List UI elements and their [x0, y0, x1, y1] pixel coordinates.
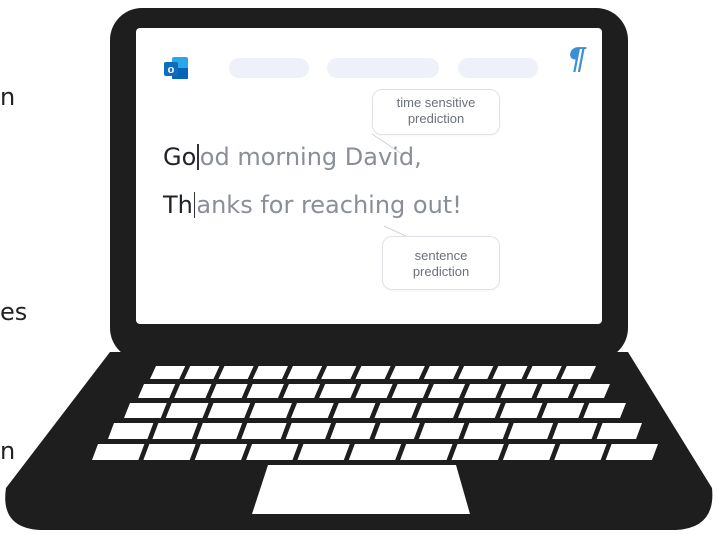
keyboard-key — [583, 403, 626, 418]
keyboard-key — [241, 423, 287, 439]
keyboard-key — [458, 403, 501, 418]
keyboard-key — [246, 384, 284, 398]
predicted-text-1: od morning David, — [199, 143, 422, 171]
keyboard-key — [124, 403, 167, 418]
keyboard-key — [500, 384, 538, 398]
keyboard-key — [138, 384, 176, 398]
keyboard-key — [143, 444, 196, 460]
keyboard-key — [389, 366, 425, 379]
bubble-time-line-1: time sensitive — [396, 95, 476, 110]
predicted-text-2: anks for reaching out! — [196, 191, 462, 219]
keyboard-key — [526, 366, 562, 379]
toolbar-placeholder-1[interactable] — [229, 58, 309, 78]
keyboard-key — [348, 444, 402, 460]
keyboard-key — [184, 366, 220, 379]
pilcrow-icon[interactable]: ¶ — [567, 42, 586, 77]
keyboard-key — [464, 384, 502, 398]
keyboard-key — [174, 384, 212, 398]
text-caret-1 — [197, 144, 199, 170]
keyboard-key — [321, 366, 357, 379]
keyboard-key — [319, 384, 357, 398]
email-line-greeting[interactable]: Go od morning David, — [163, 143, 422, 171]
keyboard-key — [218, 366, 254, 379]
keyboard-key — [282, 384, 321, 398]
keyboard-key — [427, 384, 466, 398]
typed-text-2: Th — [163, 191, 193, 219]
keyboard-key — [554, 444, 607, 460]
time-sensitive-prediction-bubble: time sensitive prediction — [372, 89, 500, 135]
keyboard-key — [458, 366, 494, 379]
keyboard-key — [507, 423, 554, 439]
toolbar-placeholder-3[interactable] — [458, 58, 538, 78]
keyboard-key — [423, 366, 460, 379]
keyboard-key — [374, 423, 420, 439]
outlook-icon[interactable]: o — [162, 55, 190, 83]
keyboard-key — [108, 423, 154, 439]
keyboard-key — [391, 384, 429, 398]
keyboard-key — [552, 423, 598, 439]
svg-text:o: o — [168, 64, 175, 76]
keyboard-key — [286, 366, 323, 379]
keyboard-key — [596, 423, 642, 439]
keyboard-key — [210, 384, 248, 398]
keyboard-key — [194, 444, 248, 460]
keyboard-key — [330, 423, 376, 439]
keyboard-key — [560, 366, 596, 379]
laptop-screen: o ¶ time sensitive prediction Go od morni… — [136, 28, 602, 324]
keyboard-key — [355, 366, 391, 379]
keyboard-key — [400, 444, 453, 460]
keyboard-key — [285, 423, 332, 439]
keyboard-key — [374, 403, 418, 418]
keyboard-key — [207, 403, 251, 418]
keyboard-key — [451, 444, 504, 460]
keyboard-key — [291, 403, 334, 418]
keyboard-key — [252, 366, 288, 379]
keyboard-key — [196, 423, 243, 439]
keyboard-key — [463, 423, 509, 439]
keyboard-key — [150, 366, 186, 379]
keyboard-key — [92, 444, 145, 460]
sentence-prediction-bubble: sentence prediction — [382, 236, 500, 290]
keyboard-key — [246, 444, 299, 460]
keyboard-key — [355, 384, 393, 398]
typed-text-1: Go — [163, 143, 197, 171]
email-line-body[interactable]: Th anks for reaching out! — [163, 191, 462, 219]
keyboard-key — [152, 423, 198, 439]
keyboard-key — [572, 384, 610, 398]
keyboard-key — [249, 403, 292, 418]
bubble-time-line-2: prediction — [407, 111, 465, 126]
trackpad — [252, 465, 470, 514]
bubble-sentence-line-2: prediction — [412, 264, 470, 279]
keyboard-key — [332, 403, 376, 418]
keyboard-key — [416, 403, 459, 418]
keyboard-key — [502, 444, 556, 460]
keyboard-key — [492, 366, 528, 379]
keyboard-key — [165, 403, 209, 418]
keyboard-key — [541, 403, 585, 418]
toolbar-placeholder-2[interactable] — [327, 58, 439, 78]
keyboard-key — [297, 444, 350, 460]
keyboard-key — [536, 384, 574, 398]
keyboard-key — [499, 403, 543, 418]
keyboard-key — [418, 423, 465, 439]
bubble-sentence-line-1: sentence — [414, 248, 468, 263]
keyboard-key — [605, 444, 658, 460]
